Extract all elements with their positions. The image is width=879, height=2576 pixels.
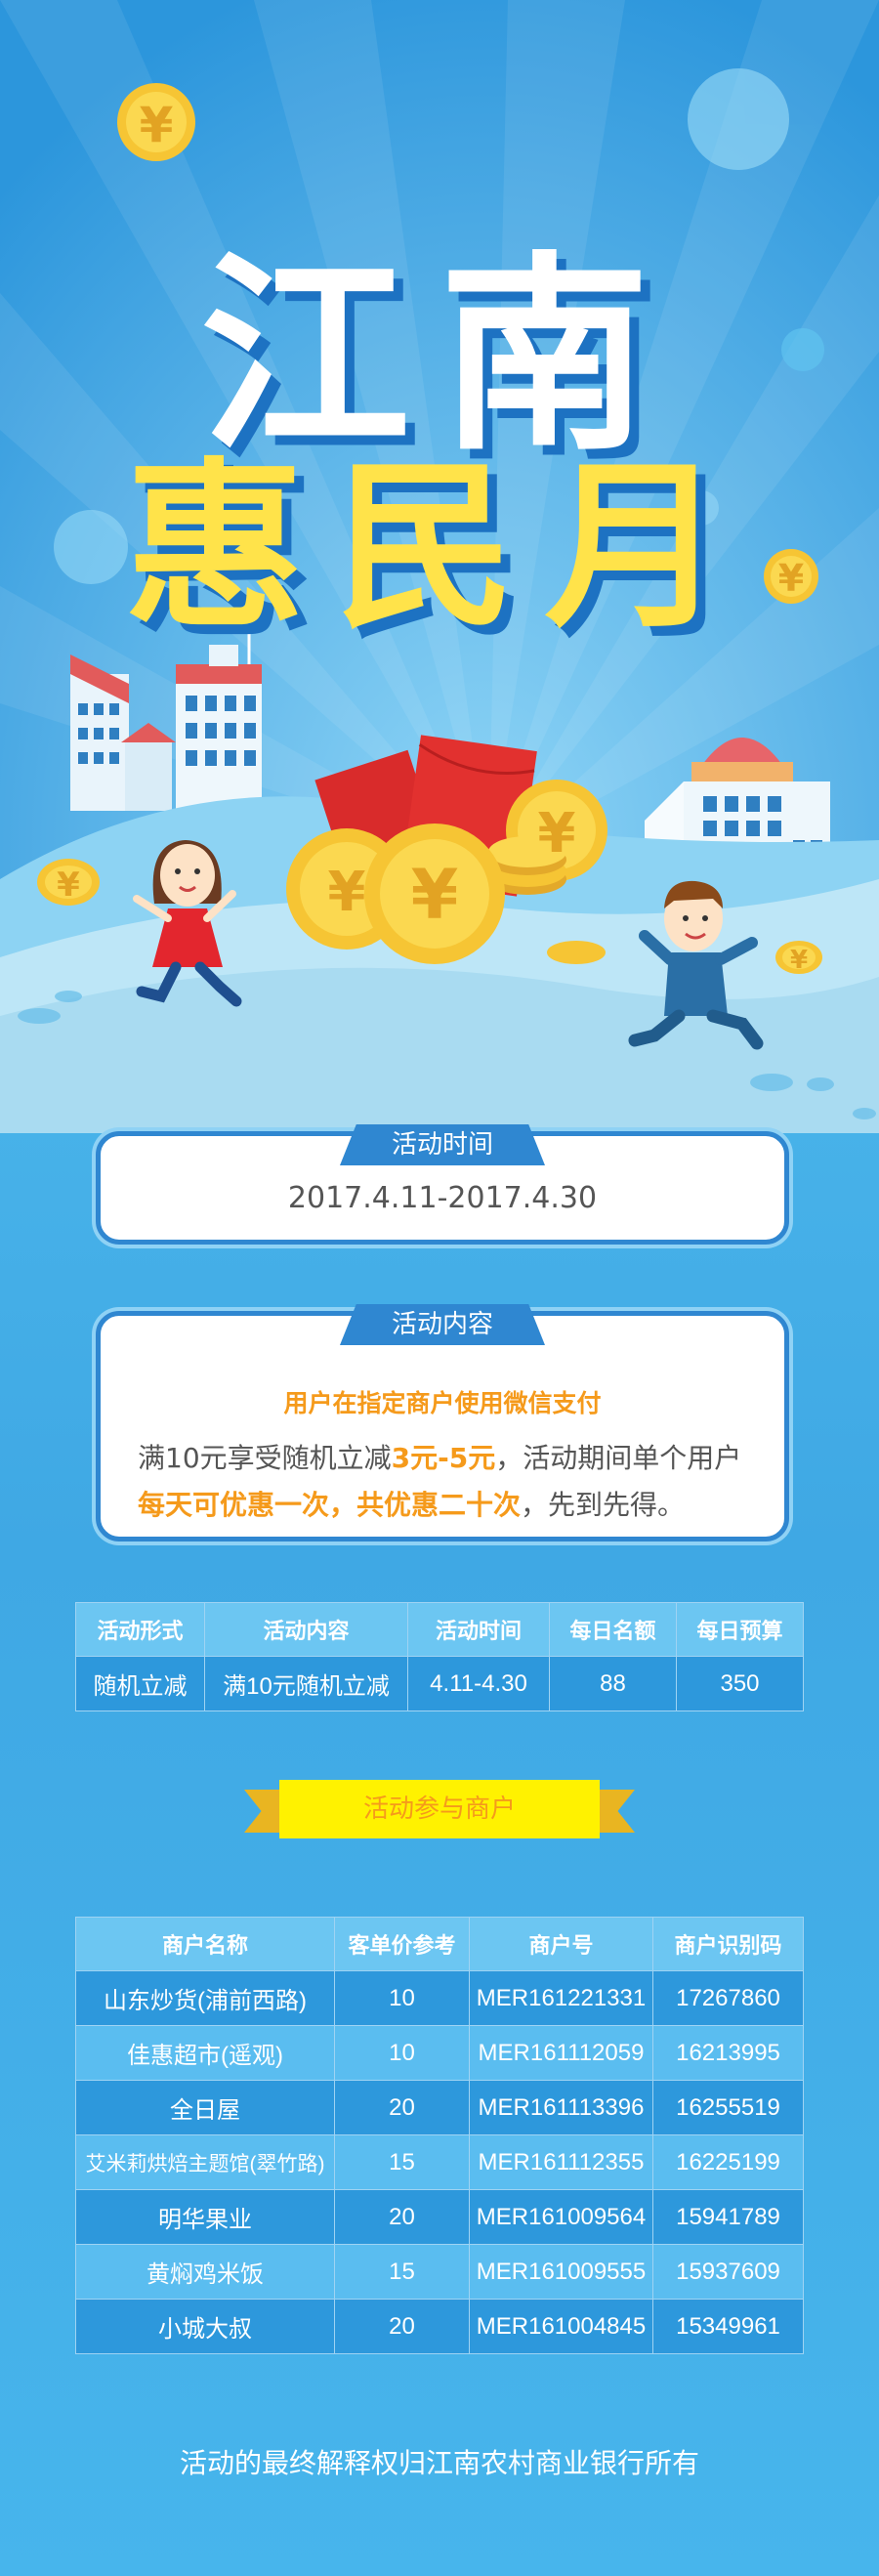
svg-text:¥: ¥ bbox=[790, 946, 808, 975]
column-header: 每日名额 bbox=[549, 1602, 677, 1657]
column-header: 活动时间 bbox=[407, 1602, 550, 1657]
merchant-code: 16225199 bbox=[652, 2134, 804, 2190]
merchant-id: MER161113396 bbox=[469, 2080, 653, 2135]
avg-price: 20 bbox=[334, 2299, 470, 2354]
svg-text:¥: ¥ bbox=[328, 861, 366, 924]
table-cell: 4.11-4.30 bbox=[407, 1656, 550, 1711]
merchant-code: 15937609 bbox=[652, 2244, 804, 2300]
merchant-id: MER161112059 bbox=[469, 2025, 653, 2081]
merchant-name: 佳惠超市(遥观) bbox=[75, 2025, 335, 2081]
table-row: 随机立减 满10元随机立减 4.11-4.30 88 350 bbox=[75, 1656, 804, 1711]
merchant-code: 15941789 bbox=[652, 2189, 804, 2245]
merchant-code: 16213995 bbox=[652, 2025, 804, 2081]
discount-range: 3元-5元 bbox=[391, 1442, 496, 1474]
hero-illustration: ¥ ¥ ¥ ¥ ¥ ¥ ¥ 江南 惠民月 bbox=[0, 0, 879, 1133]
hero-title-line2: 惠民月 bbox=[124, 442, 755, 653]
merchant-name: 艾米莉烘焙主题馆(翠竹路) bbox=[75, 2134, 335, 2190]
column-header: 商户名称 bbox=[75, 1917, 335, 1971]
participating-merchants-banner: 活动参与商户 bbox=[244, 1776, 635, 1846]
column-header: 每日预算 bbox=[676, 1602, 804, 1657]
merchant-id: MER161004845 bbox=[469, 2299, 653, 2354]
table-cell: 随机立减 bbox=[75, 1656, 205, 1711]
activity-time-tab: 活动时间 bbox=[340, 1124, 545, 1165]
activity-description: 满10元享受随机立减3元-5元，活动期间单个用户每天可优惠一次，共优惠二十次，先… bbox=[138, 1435, 747, 1529]
activity-content-tab: 活动内容 bbox=[340, 1304, 545, 1345]
table-row: 佳惠超市(遥观) 10 MER161112059 16213995 bbox=[75, 2025, 804, 2081]
avg-price: 15 bbox=[334, 2134, 470, 2190]
merchant-name: 黄焖鸡米饭 bbox=[75, 2244, 335, 2300]
yen-glyph: ¥ bbox=[411, 855, 459, 935]
table-cell: 满10元随机立减 bbox=[204, 1656, 408, 1711]
usage-limit: 每天可优惠一次，共优惠二十次 bbox=[138, 1489, 522, 1521]
merchant-name: 全日屋 bbox=[75, 2080, 335, 2135]
svg-text:¥: ¥ bbox=[140, 97, 174, 153]
merchant-id: MER161009555 bbox=[469, 2244, 653, 2300]
merchant-code: 16255519 bbox=[652, 2080, 804, 2135]
activity-summary-table: 活动形式 活动内容 活动时间 每日名额 每日预算 随机立减 满10元随机立减 4… bbox=[75, 1602, 804, 1711]
merchant-code: 17267860 bbox=[652, 1970, 804, 2026]
bubble-decoration bbox=[688, 68, 789, 170]
description-text: ，活动期间单个用户 bbox=[495, 1442, 742, 1474]
table-row: 明华果业 20 MER161009564 15941789 bbox=[75, 2189, 804, 2245]
activity-time-card: 活动时间 2017.4.11-2017.4.30 bbox=[96, 1124, 789, 1245]
footer-disclaimer: 活动的最终解释权归江南农村商业银行所有 bbox=[179, 2447, 699, 2479]
merchant-table: 商户名称 客单价参考 商户号 商户识别码 山东炒货(浦前西路) 10 MER16… bbox=[75, 1917, 804, 2354]
promo-page: ¥ ¥ ¥ ¥ ¥ ¥ ¥ 江南 惠民月 活动时间 2017.4.11-2017… bbox=[0, 0, 879, 2576]
banner-label: 活动参与商户 bbox=[279, 1780, 600, 1838]
merchant-name: 小城大叔 bbox=[75, 2299, 335, 2354]
avg-price: 10 bbox=[334, 1970, 470, 2026]
merchant-name: 山东炒货(浦前西路) bbox=[75, 1970, 335, 2026]
merchant-id: MER161221331 bbox=[469, 1970, 653, 2026]
svg-text:¥: ¥ bbox=[538, 802, 576, 866]
svg-text:¥: ¥ bbox=[57, 866, 80, 905]
column-header: 商户号 bbox=[469, 1917, 653, 1971]
merchant-name: 明华果业 bbox=[75, 2189, 335, 2245]
column-header: 活动内容 bbox=[204, 1602, 408, 1657]
avg-price: 10 bbox=[334, 2025, 470, 2081]
description-text: 满10元享受随机立减 bbox=[138, 1442, 392, 1474]
table-row: 全日屋 20 MER161113396 16255519 bbox=[75, 2080, 804, 2135]
merchant-id: MER161112355 bbox=[469, 2134, 653, 2190]
column-header: 商户识别码 bbox=[652, 1917, 804, 1971]
merchant-id: MER161009564 bbox=[469, 2189, 653, 2245]
activity-content-card: 活动内容 用户在指定商户使用微信支付 满10元享受随机立减3元-5元，活动期间单… bbox=[96, 1304, 789, 1541]
table-cell: 88 bbox=[549, 1656, 677, 1711]
avg-price: 15 bbox=[334, 2244, 470, 2300]
table-row: 山东炒货(浦前西路) 10 MER161221331 17267860 bbox=[75, 1970, 804, 2026]
column-header: 客单价参考 bbox=[334, 1917, 470, 1971]
table-cell: 350 bbox=[676, 1656, 804, 1711]
activity-time-value: 2017.4.11-2017.4.30 bbox=[287, 1181, 598, 1215]
column-header: 活动形式 bbox=[75, 1602, 205, 1657]
table-row: 小城大叔 20 MER161004845 15349961 bbox=[75, 2299, 804, 2354]
table-row: 黄焖鸡米饭 15 MER161009555 15937609 bbox=[75, 2244, 804, 2300]
activity-headline: 用户在指定商户使用微信支付 bbox=[283, 1389, 602, 1417]
avg-price: 20 bbox=[334, 2189, 470, 2245]
avg-price: 20 bbox=[334, 2080, 470, 2135]
description-text: ，先到先得。 bbox=[521, 1489, 686, 1521]
merchant-code: 15349961 bbox=[652, 2299, 804, 2354]
table-row: 艾米莉烘焙主题馆(翠竹路) 15 MER161112355 16225199 bbox=[75, 2134, 804, 2190]
